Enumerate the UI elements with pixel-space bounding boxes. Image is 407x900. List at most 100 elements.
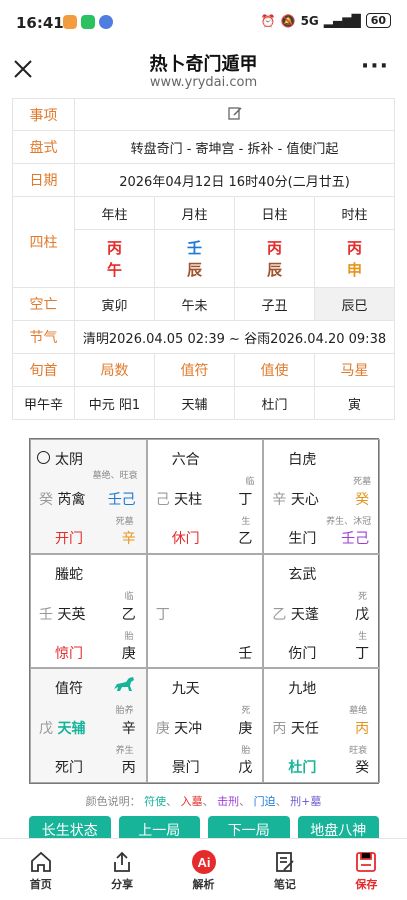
palace-tag-lower: 养生: [115, 746, 134, 757]
palace-5-center[interactable]: 丁 壬: [146, 553, 264, 669]
layout-label: 盘式: [12, 130, 75, 164]
palace-earth-stem: 癸: [355, 760, 370, 777]
pillar-month-branch: 辰: [186, 260, 202, 279]
palace-stem-left: 丁: [155, 606, 170, 623]
palace-door: 惊门: [55, 645, 83, 662]
palace-god: 九地: [288, 681, 317, 698]
palace-earth-stem: 壬: [238, 645, 253, 662]
palace-star: 庚 天冲: [156, 718, 202, 738]
bottom-tab-bar: 首页 分享 Ai 解析 笔记 保存: [0, 838, 407, 900]
legend-menpo: 门迫: [253, 795, 276, 808]
value-zhishi: 杜门: [234, 386, 315, 420]
palace-8[interactable]: 九天 死 庚 天冲 庚 胎 景门 戊: [146, 668, 264, 784]
palace-2[interactable]: 六合 临 己 天柱 丁 生 休门 乙: [146, 439, 264, 554]
header-zhishi: 值使: [234, 353, 315, 387]
more-menu-icon[interactable]: ···: [361, 56, 389, 78]
palace-tag-lower: 胎: [124, 631, 134, 642]
palace-door: 生门: [288, 531, 317, 547]
kongwang-year: 寅卯: [74, 287, 155, 321]
legend-rumu: 入墓: [180, 795, 203, 808]
alarm-icon: ⏰: [260, 13, 276, 28]
tab-share[interactable]: 分享: [81, 839, 162, 900]
palace-3[interactable]: 白虎 死墓 辛 天心 癸 养生、沐冠 生门 壬己: [263, 439, 381, 554]
pillars-label: 四柱: [12, 196, 75, 288]
palace-tag-lower: 养生、沐冠: [326, 517, 372, 527]
legend-jixing: 击刑: [217, 795, 240, 808]
wechat-icon: [81, 15, 95, 29]
palace-door: 开门: [55, 531, 83, 547]
date-label: 日期: [12, 163, 75, 197]
signal-label: 5G: [300, 13, 319, 28]
value-maxing: 寅: [314, 386, 395, 420]
palace-earth-stem: 丙: [121, 760, 136, 777]
palace-god: 六合: [171, 452, 200, 468]
palace-earth-stem: 庚: [121, 645, 136, 662]
palace-star-name: 天辅: [57, 721, 86, 738]
palace-1[interactable]: 太阴 墓绝、旺衰 癸 芮禽 壬己 死墓 开门 辛: [30, 439, 147, 554]
palace-door: 景门: [171, 760, 200, 777]
mute-icon: 🔕: [280, 13, 296, 28]
browser-icon: [99, 15, 113, 29]
palace-stem-right: 癸: [355, 492, 370, 508]
palace-stem-right: 戊: [355, 606, 370, 623]
kongwang-hour: 辰巳: [314, 287, 395, 321]
palace-stem-left: 己: [155, 492, 170, 508]
color-legend: 颜色说明： 符使、 入墓、 击刑、 门迫、 刑+墓: [85, 795, 322, 808]
home-icon: [30, 851, 51, 872]
palace-star: 辛 天心: [272, 489, 318, 509]
palace-stem-left: 丙: [272, 721, 287, 738]
palace-stem-left: 戊: [39, 721, 53, 738]
palace-star-name: 天任: [290, 721, 319, 738]
edit-icon[interactable]: [227, 105, 243, 121]
battery-icon: 60: [365, 13, 391, 28]
matter-field[interactable]: [74, 98, 395, 131]
palace-stem-left: 癸: [39, 492, 53, 508]
tab-save[interactable]: 保存: [326, 839, 407, 900]
palace-god: 玄武: [288, 566, 317, 583]
palace-stem-right: 壬己: [107, 492, 136, 508]
palace-god: 九天: [171, 681, 200, 698]
page-title: 热卜奇门遁甲: [149, 54, 258, 75]
status-right: ⏰ 🔕 5G ▂▄▆█ 60: [261, 13, 391, 28]
palace-4[interactable]: 螣蛇 临 壬 天英 乙 胎 惊门 庚: [30, 553, 147, 669]
tab-analysis[interactable]: Ai 解析: [163, 839, 244, 900]
pillar-day: 丙辰: [234, 229, 315, 288]
circle-marker-icon: [37, 451, 50, 464]
palace-stem-right: 乙: [121, 606, 136, 623]
header-maxing: 马星: [314, 353, 395, 387]
value-zhifu: 天辅: [154, 386, 235, 420]
matter-label: 事项: [12, 98, 75, 131]
notes-icon: [276, 852, 294, 872]
palace-star-name: 天心: [290, 492, 319, 508]
pillar-month-stem: 壬: [186, 238, 202, 257]
date-value: 2026年04月12日 16时40分(二月廿五): [74, 163, 395, 197]
kongwang-label: 空亡: [12, 287, 75, 321]
jieqi-value: 清明2026.04.05 02:39 ~ 谷雨2026.04.20 09:38: [74, 320, 395, 354]
palace-god: 螣蛇: [55, 566, 83, 583]
layout-value: 转盘奇门 - 寄坤宫 - 拆补 - 值使门起: [74, 130, 395, 164]
nine-palace-grid: 太阴 墓绝、旺衰 癸 芮禽 壬己 死墓 开门 辛 六合 临 己 天柱 丁 生 休…: [29, 438, 381, 784]
value-xunshou: 甲午辛: [12, 386, 75, 420]
palace-6[interactable]: 玄武 死 乙 天蓬 戊 生 伤门 丁: [263, 553, 381, 669]
tab-home[interactable]: 首页: [0, 839, 81, 900]
palace-tag-lower: 旺衰: [349, 746, 368, 757]
tab-notes[interactable]: 笔记: [244, 839, 325, 900]
title-bar: 热卜奇门遁甲 www.yrydai.com ···: [0, 44, 407, 98]
palace-9[interactable]: 九地 墓绝 丙 天任 丙 旺衰 杜门 癸: [263, 668, 381, 784]
tab-share-label: 分享: [111, 878, 134, 891]
legend-prefix: 颜色说明：: [85, 795, 141, 808]
pillar-hour-branch: 申: [346, 260, 362, 279]
pillar-header-month: 月柱: [154, 196, 235, 230]
palace-stem-left: 乙: [272, 606, 287, 623]
pillar-year-stem: 丙: [106, 238, 122, 257]
palace-tag-upper: 墓绝: [349, 706, 368, 717]
palace-star: 丙 天任: [272, 718, 318, 738]
palace-7[interactable]: 值符 胎养 戊 天辅 辛 养生 死门 丙: [30, 668, 147, 784]
palace-star: 己 天柱: [156, 489, 202, 509]
palace-tag-upper: 死: [241, 706, 251, 717]
kongwang-day: 子丑: [234, 287, 315, 321]
palace-stem-right: 庚: [238, 721, 253, 738]
palace-star: 戊 天辅: [39, 718, 85, 738]
info-table: 事项 盘式 转盘奇门 - 寄坤宫 - 拆补 - 值使门起 日期 2026年04月…: [12, 98, 395, 420]
signal-icon: ▂▄▆█: [323, 13, 361, 28]
